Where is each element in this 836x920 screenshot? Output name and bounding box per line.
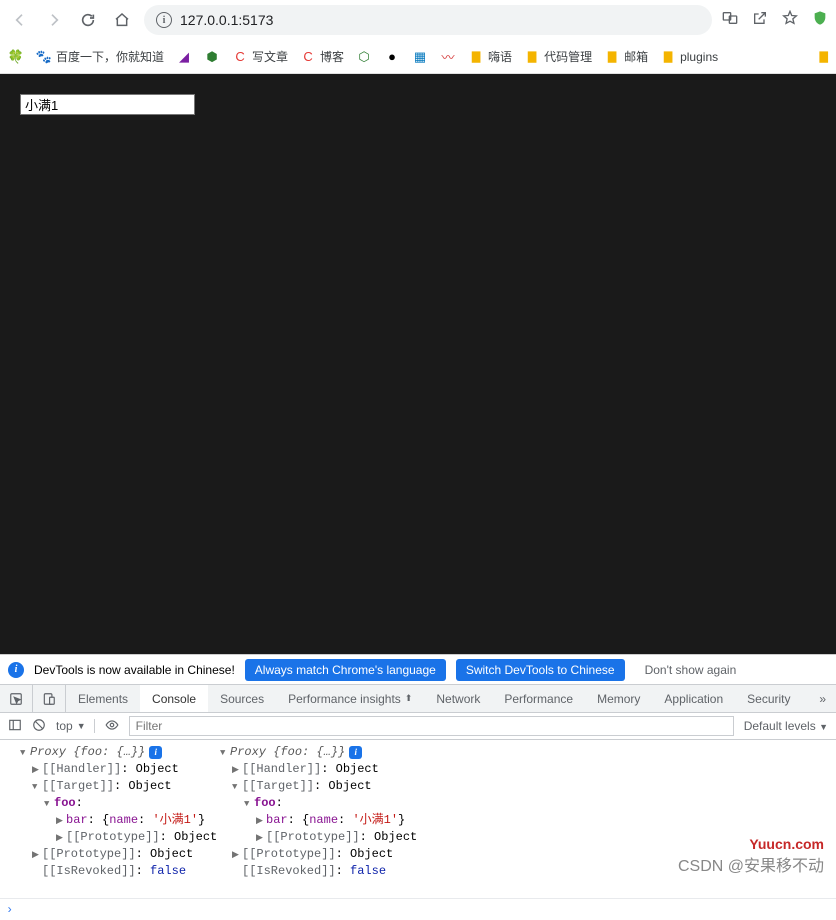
- bookmark-item[interactable]: ▇代码管理: [524, 48, 592, 65]
- bookmark-item[interactable]: 🍀: [8, 49, 24, 65]
- devtools-language-banner: i DevTools is now available in Chinese! …: [0, 654, 836, 684]
- page-content: [0, 74, 836, 654]
- console-prompt[interactable]: ›: [0, 898, 836, 920]
- home-button[interactable]: [110, 8, 134, 32]
- console-toolbar: top ▼ Default levels ▼: [0, 712, 836, 740]
- bookmark-item[interactable]: ⬢: [204, 49, 220, 65]
- shield-icon[interactable]: [812, 10, 828, 31]
- bookmark-item[interactable]: ▇plugins: [660, 49, 718, 65]
- context-selector[interactable]: top ▼: [56, 719, 95, 733]
- bookmark-item[interactable]: ▇嗨语: [468, 48, 512, 65]
- match-language-button[interactable]: Always match Chrome's language: [245, 659, 446, 681]
- back-button[interactable]: [8, 8, 32, 32]
- bookmark-item[interactable]: ●: [384, 49, 400, 65]
- tab-console[interactable]: Console: [140, 685, 208, 712]
- bookmarks-overflow[interactable]: ▇: [820, 50, 828, 63]
- device-icon[interactable]: [33, 685, 66, 712]
- bookmark-item[interactable]: 🐾百度一下，你就知道: [36, 48, 164, 65]
- inspect-icon[interactable]: [0, 685, 33, 712]
- tab-performance[interactable]: Performance: [492, 685, 585, 712]
- translate-icon[interactable]: [722, 10, 738, 31]
- bookmark-item[interactable]: ▇邮箱: [604, 48, 648, 65]
- tab-sources[interactable]: Sources: [208, 685, 276, 712]
- bookmark-item[interactable]: C博客: [300, 48, 344, 65]
- more-tabs-icon[interactable]: »: [809, 692, 836, 706]
- eye-icon[interactable]: [105, 718, 119, 735]
- bookmark-item[interactable]: ⬡: [356, 49, 372, 65]
- site-info-icon[interactable]: i: [156, 12, 172, 28]
- bookmark-item[interactable]: C写文章: [232, 48, 288, 65]
- page-text-input[interactable]: [20, 94, 195, 115]
- tab-memory[interactable]: Memory: [585, 685, 652, 712]
- tab-security[interactable]: Security: [735, 685, 802, 712]
- levels-selector[interactable]: Default levels ▼: [744, 719, 828, 733]
- banner-text: DevTools is now available in Chinese!: [34, 663, 235, 677]
- star-icon[interactable]: [782, 10, 798, 31]
- tab-network[interactable]: Network: [424, 685, 492, 712]
- info-icon: i: [8, 662, 24, 678]
- bookmark-item[interactable]: 〰: [440, 49, 456, 65]
- forward-button[interactable]: [42, 8, 66, 32]
- bookmark-item[interactable]: ▦: [412, 49, 428, 65]
- dismiss-button[interactable]: Don't show again: [635, 659, 747, 681]
- console-output: ▼Proxy {foo: {…}}i▶[[Handler]]: Object▼[…: [0, 740, 836, 898]
- tab-performance-insights[interactable]: Performance insights⬆: [276, 685, 424, 712]
- bookmark-item[interactable]: ◢: [176, 49, 192, 65]
- devtools-tabs: ElementsConsoleSourcesPerformance insigh…: [0, 684, 836, 712]
- url-input[interactable]: [180, 12, 700, 28]
- sidebar-toggle-icon[interactable]: [8, 718, 22, 735]
- browser-toolbar: i: [0, 0, 836, 40]
- reload-button[interactable]: [76, 8, 100, 32]
- switch-chinese-button[interactable]: Switch DevTools to Chinese: [456, 659, 625, 681]
- address-bar[interactable]: i: [144, 5, 712, 35]
- filter-input[interactable]: [129, 716, 734, 736]
- bookmarks-bar: 🍀 🐾百度一下，你就知道 ◢ ⬢ C写文章 C博客 ⬡ ● ▦ 〰 ▇嗨语 ▇代码管理 ▇邮箱 ▇plug…: [0, 40, 836, 74]
- tab-application[interactable]: Application: [652, 685, 735, 712]
- share-icon[interactable]: [752, 10, 768, 31]
- clear-console-icon[interactable]: [32, 718, 46, 735]
- tab-elements[interactable]: Elements: [66, 685, 140, 712]
